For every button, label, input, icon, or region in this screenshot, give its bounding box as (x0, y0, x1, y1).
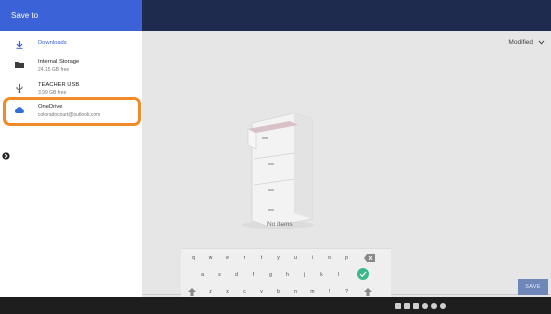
key-s[interactable]: s (211, 268, 228, 282)
key-k[interactable]: k (313, 268, 330, 282)
key-a[interactable]: a (194, 268, 211, 282)
key-w[interactable]: w (202, 251, 219, 265)
key-j[interactable]: j (296, 268, 313, 282)
key-q[interactable]: q (185, 251, 202, 265)
drawer-item-subtitle: 24.15 GB free (38, 67, 70, 73)
network-icon[interactable] (431, 303, 437, 309)
drawer-item-subtitle: 3.99 GB free (38, 90, 67, 96)
window-icon[interactable] (395, 303, 401, 309)
system-navigation-bar (0, 297, 551, 314)
key-o[interactable]: o (321, 251, 338, 265)
settings-icon[interactable] (422, 303, 428, 309)
sort-dropdown[interactable]: Modified (508, 39, 545, 46)
download-icon (16, 41, 22, 49)
drawer-item-label: Downloads (38, 40, 67, 46)
drawer-item-label: Internal Storage (38, 59, 80, 65)
empty-cabinet-icon (242, 112, 314, 229)
drawer-item-teacher-usb[interactable]: TEACHER USB 3.99 GB free (0, 82, 142, 96)
drawer-item-onedrive[interactable]: OneDrive coloradocourt@outlook.com (0, 104, 142, 118)
backspace-icon (364, 254, 375, 262)
power-icon[interactable] (440, 303, 446, 309)
chevron-down-icon (538, 40, 545, 45)
shift-arrow-icon (363, 288, 372, 296)
empty-state-text: No items (267, 221, 293, 228)
key-t[interactable]: t (253, 251, 270, 265)
key-e[interactable]: e (219, 251, 236, 265)
drawer-item-subtitle: coloradocourt@outlook.com (38, 112, 101, 118)
key-y[interactable]: y (270, 251, 287, 265)
key-p[interactable]: p (338, 251, 355, 265)
backspace-key[interactable] (361, 251, 378, 265)
key-r[interactable]: r (236, 251, 253, 265)
shift-arrow-icon (187, 288, 196, 296)
key-l[interactable]: l (330, 268, 347, 282)
key-i[interactable]: i (304, 251, 321, 265)
key-g[interactable]: g (262, 268, 279, 282)
drawer-title: Save to (0, 0, 142, 31)
keyboard-row-2: asdfghjkl (194, 268, 347, 282)
key-f[interactable]: f (245, 268, 262, 282)
key-u[interactable]: u (287, 251, 304, 265)
drawer-item-label: TEACHER USB (38, 82, 80, 88)
checkmark-icon (356, 268, 369, 280)
folder-icon (14, 62, 24, 68)
drawer-item-downloads[interactable]: Downloads (0, 40, 142, 49)
enter-key[interactable] (354, 267, 371, 281)
save-button[interactable]: SAVE (518, 279, 548, 295)
save-to-drawer: Save to Downloads Internal Storage 24.15… (0, 0, 142, 297)
key-d[interactable]: d (228, 268, 245, 282)
usb-icon (16, 84, 22, 93)
drawer-item-label: OneDrive (38, 104, 63, 110)
drawer-item-internal-storage[interactable]: Internal Storage 24.15 GB free (0, 59, 142, 73)
system-tray (395, 303, 446, 309)
chevron-right-icon[interactable] (2, 152, 10, 160)
cloud-icon (14, 107, 24, 113)
keyboard-icon[interactable] (404, 303, 410, 309)
sort-label: Modified (508, 39, 533, 46)
keyboard-row-1: qwertyuiop (185, 251, 355, 265)
screen-icon[interactable] (413, 303, 419, 309)
key-h[interactable]: h (279, 268, 296, 282)
